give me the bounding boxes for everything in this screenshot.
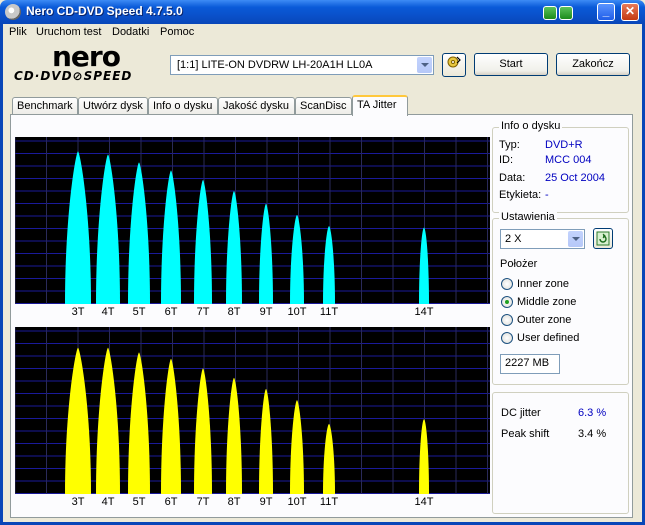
middle-zone-label[interactable]: Middle zone — [517, 296, 576, 308]
settings-title: Ustawienia — [499, 211, 557, 223]
title-bar: Nero CD-DVD Speed 4.7.5.0 _ ✕ — [0, 0, 645, 24]
drive-eject-button[interactable] — [442, 53, 466, 77]
pit-peak-10T — [290, 400, 304, 494]
position-label: Położer — [500, 258, 538, 270]
pit-jitter-chart — [15, 327, 490, 494]
dc-jitter-value: 6.3 % — [578, 407, 607, 419]
pit-peak-4T — [96, 347, 120, 494]
land-peak-7T — [194, 179, 212, 304]
drive-select-value: [1:1] LITE-ON DVDRW LH-20A1H LL0A — [177, 59, 373, 71]
land-peak-6T — [161, 170, 181, 304]
speed-select-value: 2 X — [505, 233, 522, 245]
pit-axis-label-6T: 6T — [164, 496, 178, 508]
menu-uruchom-test[interactable]: Uruchom test — [36, 26, 101, 38]
pit-peak-8T — [226, 377, 242, 494]
dc-jitter-label: DC jitter — [501, 407, 541, 419]
close-button[interactable]: ✕ — [621, 3, 639, 21]
pit-peak-6T — [161, 358, 181, 494]
speed-chevron-down-icon[interactable] — [568, 231, 583, 247]
pit-axis-label-5T: 5T — [132, 496, 146, 508]
land-axis-label-3T: 3T — [71, 306, 85, 318]
land-axis-label-4T: 4T — [101, 306, 115, 318]
pit-peak-7T — [194, 368, 212, 494]
menu-dodatki[interactable]: Dodatki — [112, 26, 149, 38]
results-group: DC jitter 6.3 % Peak shift 3.4 % — [492, 392, 629, 514]
land-peak-3T — [65, 151, 91, 304]
tab-ta-jitter[interactable]: TA Jitter — [352, 95, 408, 116]
land-peak-4T — [96, 154, 120, 304]
inner-zone-label[interactable]: Inner zone — [517, 278, 569, 290]
pit-peak-14T — [419, 419, 429, 494]
disc-info-title: Info o dysku — [499, 120, 563, 132]
land-axis-label-6T: 6T — [164, 306, 178, 318]
pit-peak-5T — [128, 352, 150, 494]
app-cd-icon — [5, 4, 21, 20]
pit-axis-label-4T: 4T — [101, 496, 115, 508]
logo-subtitle: CD·DVD⊘SPEED — [14, 69, 133, 83]
pit-axis-label-8T: 8T — [227, 496, 241, 508]
tray-icon[interactable] — [543, 6, 557, 20]
tab-create-disc[interactable]: Utwórz dysk — [78, 97, 148, 115]
pit-axis-label-10T: 10T — [287, 496, 307, 508]
inner-zone-radio[interactable] — [501, 278, 513, 290]
land-axis-label-14T: 14T — [414, 306, 434, 318]
menu-pomoc[interactable]: Pomoc — [160, 26, 194, 38]
land-peak-8T — [226, 191, 242, 304]
peak-shift-value: 3.4 % — [578, 428, 607, 440]
window-title: Nero CD-DVD Speed 4.7.5.0 — [26, 4, 183, 18]
menu-plik[interactable]: Plik — [9, 26, 27, 38]
pit-axis-label-9T: 9T — [259, 496, 273, 508]
date-label: Data: — [499, 172, 526, 184]
date-value: 25 Oct 2004 — [545, 172, 605, 184]
nero-logo: nero CD·DVD⊘SPEED — [12, 40, 162, 84]
minimize-button[interactable]: _ — [597, 3, 615, 21]
tab-disc-quality[interactable]: Jakość dysku — [218, 97, 295, 115]
end-button[interactable]: Zakończ — [556, 53, 630, 76]
user-defined-radio[interactable] — [501, 332, 513, 344]
chevron-down-icon[interactable] — [417, 57, 432, 73]
position-input[interactable]: 2227 MB — [500, 354, 560, 374]
land-peak-11T — [323, 226, 335, 304]
start-button[interactable]: Start — [474, 53, 548, 76]
refresh-icon — [596, 231, 610, 246]
land-axis-label-7T: 7T — [196, 306, 210, 318]
type-label: Typ: — [499, 139, 520, 151]
tab-scandisc[interactable]: ScanDisc — [295, 97, 352, 115]
pit-axis-label-14T: 14T — [414, 496, 434, 508]
pin-icon[interactable] — [559, 6, 573, 20]
land-axis-label-8T: 8T — [227, 306, 241, 318]
tab-benchmark[interactable]: Benchmark — [12, 97, 78, 115]
drive-select[interactable]: [1:1] LITE-ON DVDRW LH-20A1H LL0A — [170, 55, 434, 75]
tab-disc-info[interactable]: Info o dysku — [148, 97, 218, 115]
pit-axis-label-3T: 3T — [71, 496, 85, 508]
user-defined-label[interactable]: User defined — [517, 332, 579, 344]
disc-eject-icon — [447, 56, 461, 68]
land-peak-5T — [128, 162, 150, 304]
disc-label-label: Etykieta: — [499, 189, 542, 201]
speed-select[interactable]: 2 X — [500, 229, 585, 249]
disc-label-value: - — [545, 189, 549, 201]
land-axis-label-10T: 10T — [287, 306, 307, 318]
pit-axis-label-11T: 11T — [319, 496, 339, 508]
outer-zone-radio[interactable] — [501, 314, 513, 326]
type-value: DVD+R — [545, 139, 583, 151]
refresh-speed-button[interactable] — [593, 228, 613, 249]
land-axis-label-11T: 11T — [319, 306, 339, 318]
disc-info-group: Info o dysku Typ: DVD+R ID: MCC 004 Data… — [492, 120, 629, 213]
pit-axis-label-7T: 7T — [196, 496, 210, 508]
outer-zone-label[interactable]: Outer zone — [517, 314, 571, 326]
land-axis-label-5T: 5T — [132, 306, 146, 318]
land-axis-label-9T: 9T — [259, 306, 273, 318]
land-peak-14T — [419, 227, 429, 304]
settings-group: Ustawienia 2 X Położer Inner zone Middle… — [492, 211, 629, 385]
pit-peak-9T — [259, 389, 273, 494]
id-label: ID: — [499, 154, 514, 166]
land-peak-9T — [259, 203, 273, 304]
middle-zone-radio[interactable] — [501, 296, 513, 308]
peak-shift-label: Peak shift — [501, 428, 550, 440]
pit-peak-11T — [323, 424, 335, 494]
id-value: MCC 004 — [545, 154, 592, 166]
pit-peak-3T — [65, 347, 91, 494]
land-jitter-chart — [15, 137, 490, 304]
